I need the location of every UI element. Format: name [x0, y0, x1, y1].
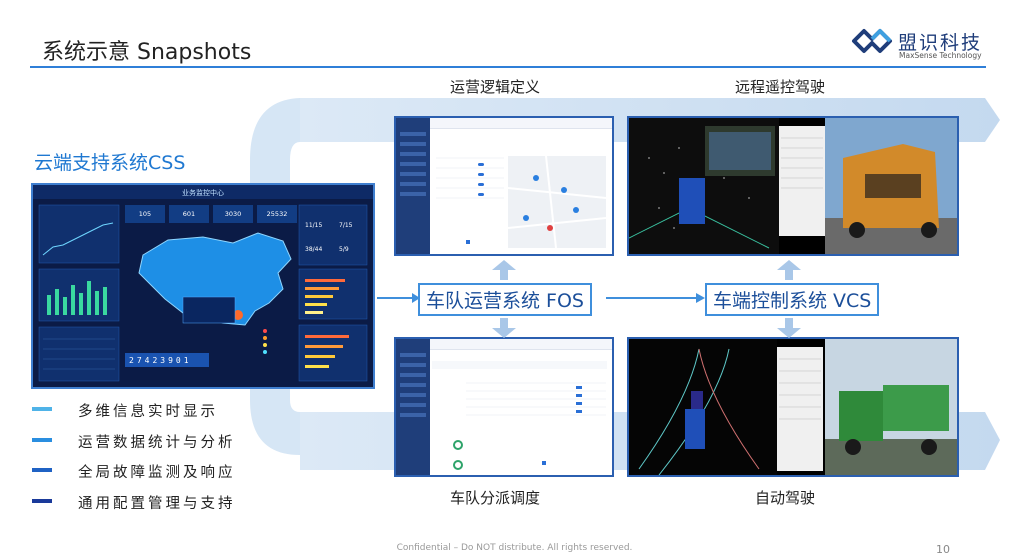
fos-label-box: 车队运营系统 FOS [418, 283, 592, 316]
footer-confidential: Confidential – Do NOT distribute. All ri… [396, 543, 633, 553]
flow-connectors [377, 260, 801, 338]
page-number: 10 [936, 543, 950, 556]
vcs-label-box: 车端控制系统 VCS [705, 283, 880, 316]
